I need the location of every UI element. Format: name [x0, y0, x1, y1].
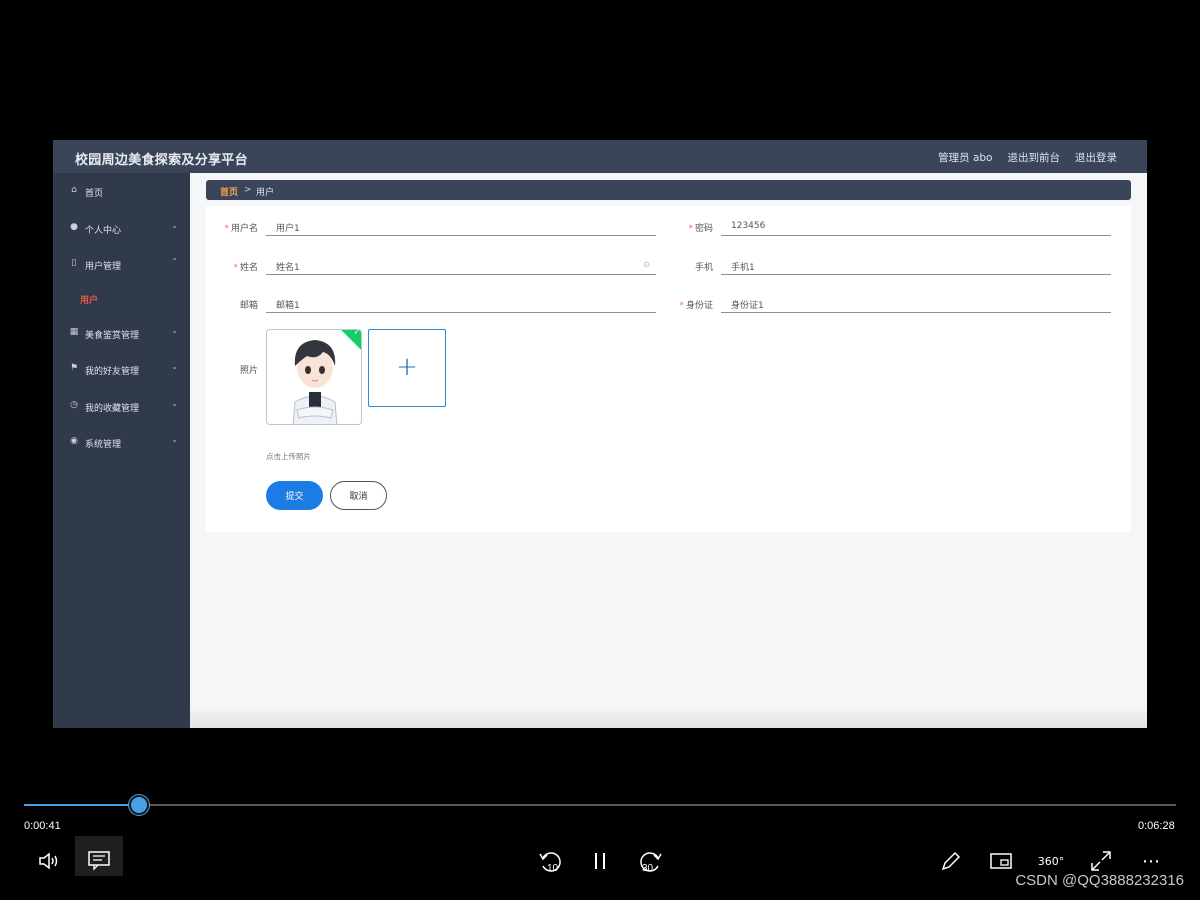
plus-icon: + [396, 352, 418, 382]
back-to-front-link[interactable]: 退出到前台 [1008, 150, 1061, 165]
current-time: 0:00:41 [24, 820, 61, 832]
sidebar-subitem-user[interactable]: 用户 [80, 293, 98, 306]
email-label: 邮箱 [239, 301, 258, 311]
upload-hint: 点击上传照片 [266, 452, 311, 461]
chevron-down-icon: ⌄ [171, 326, 178, 335]
sidebar-item-user-management[interactable]: ▯ 用户管理 ⌃ [53, 249, 190, 279]
chevron-down-icon: ⌄ [171, 435, 178, 444]
chevron-down-icon: ⌄ [171, 399, 178, 408]
cancel-button[interactable]: 取消 [330, 481, 387, 510]
breadcrumb-separator: > [244, 185, 252, 195]
submit-button[interactable]: 提交 [266, 481, 323, 510]
svg-text:30: 30 [642, 863, 654, 874]
progress-thumb[interactable] [129, 795, 150, 815]
user-form: * 用户名 用户1 * 密码 123456 * 姓名 姓名1 ⊙ 手机 手机1 邮箱 邮… [206, 206, 1131, 532]
video-progress-bar[interactable] [24, 795, 1176, 815]
phone-field[interactable]: 手机1 [721, 257, 1111, 275]
admin-user-label: 管理员 abo [938, 152, 993, 164]
logout-link[interactable]: 退出登录 [1075, 150, 1117, 165]
name-label: * 姓名 [233, 263, 258, 273]
check-icon: ✓ [353, 329, 361, 337]
phone-label: 手机 [694, 263, 713, 273]
sidebar-item-home[interactable]: ⌂ 首页 [53, 176, 190, 206]
sidebar-item-profile[interactable]: ● 个人中心 ⌄ [53, 213, 190, 243]
photo-label: 照片 [239, 366, 258, 376]
chevron-down-icon: ⌄ [171, 362, 178, 371]
video-frame: 校园周边美食探索及分享平台 管理员 abo 退出到前台 退出登录 ⌂ 首页 ● … [53, 140, 1147, 728]
captions-icon[interactable] [84, 846, 114, 876]
email-field[interactable]: 邮箱1 [266, 295, 656, 313]
app-title: 校园周边美食探索及分享平台 [75, 153, 248, 168]
avatar-image [267, 330, 361, 424]
password-field[interactable]: 123456 [721, 218, 1111, 236]
miniplayer-icon[interactable] [986, 846, 1016, 876]
skip-forward-icon[interactable]: 30 [636, 846, 666, 876]
username-field[interactable]: 用户1 [266, 218, 656, 236]
sidebar-item-system[interactable]: ◉ 系统管理 ⌄ [53, 427, 190, 457]
volume-icon[interactable] [34, 846, 64, 876]
chevron-up-icon: ⌃ [171, 257, 178, 266]
top-links: 管理员 abo 退出到前台 退出登录 [938, 150, 1117, 165]
main-content: 首页 > 用户 * 用户名 用户1 * 密码 123456 * 姓名 姓名1 ⊙ 手机 … [190, 173, 1147, 728]
clock-icon: ◷ [70, 400, 78, 410]
idcard-field[interactable]: 身份证1 [721, 295, 1111, 313]
upload-photo-button[interactable]: + [368, 329, 446, 407]
pen-icon[interactable] [936, 846, 966, 876]
grid-icon: ▦ [69, 327, 79, 337]
sidebar-item-friends[interactable]: ⚑ 我的好友管理 ⌄ [53, 354, 190, 384]
watermark: CSDN @QQ3888232316 [1015, 872, 1184, 889]
flag-icon: ⚑ [69, 363, 79, 373]
skip-back-icon[interactable]: 10 [535, 846, 565, 876]
top-navbar: 校园周边美食探索及分享平台 管理员 abo 退出到前台 退出登录 [53, 140, 1147, 173]
svg-text:10: 10 [547, 863, 559, 874]
sidebar-item-favorites[interactable]: ◷ 我的收藏管理 ⌄ [53, 391, 190, 421]
chevron-down-icon: ⌄ [171, 221, 178, 230]
progress-fill [24, 804, 140, 806]
home-icon: ⌂ [71, 185, 77, 195]
breadcrumb-current: 用户 [256, 188, 275, 198]
compass-icon: ◉ [70, 436, 78, 446]
uploaded-photo[interactable]: ✓ [266, 329, 362, 425]
password-label: * 密码 [688, 224, 713, 234]
breadcrumb-home[interactable]: 首页 [220, 185, 238, 198]
total-time: 0:06:28 [1138, 820, 1175, 832]
username-label: * 用户名 [224, 224, 258, 234]
content-bottom-fade [190, 706, 1147, 728]
idcard-label: * 身份证 [679, 301, 713, 311]
user-icon: ● [70, 222, 78, 232]
breadcrumb: 首页 > 用户 [206, 180, 1131, 200]
sidebar: ⌂ 首页 ● 个人中心 ⌄ ▯ 用户管理 ⌃ 用户 ▦ 美食鉴赏管理 ⌄ ⚑ 我… [53, 173, 190, 728]
clear-icon[interactable]: ⊙ [643, 260, 650, 269]
pause-icon[interactable] [585, 846, 615, 876]
sidebar-item-food[interactable]: ▦ 美食鉴赏管理 ⌄ [53, 318, 190, 348]
name-field[interactable]: 姓名1 ⊙ [266, 257, 656, 275]
phone-icon: ▯ [71, 258, 77, 268]
